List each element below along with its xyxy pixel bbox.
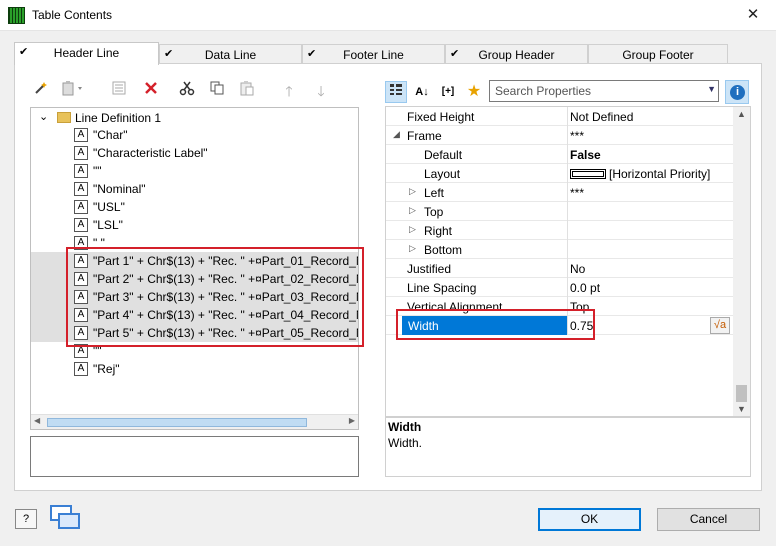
tree-toolbar: 🡑 🡓 [30, 80, 360, 102]
frame-layout-icon [570, 169, 606, 179]
favorites-icon[interactable]: ★ [463, 81, 485, 103]
info-icon: i [730, 85, 745, 100]
properties-vertical-scrollbar[interactable]: ▲ ▼ [733, 107, 750, 416]
help-icon: ? [22, 513, 30, 525]
property-frame-bottom[interactable]: ▷ Bottom [386, 240, 733, 259]
tree-root[interactable]: ⌄ Line Definition 1 [31, 109, 358, 127]
scrollbar-thumb[interactable] [736, 385, 747, 402]
property-line-spacing[interactable]: Line Spacing 0.0 pt [386, 278, 733, 297]
text-field-icon: A [74, 146, 88, 160]
property-description-panel: Width Width. [385, 417, 751, 477]
property-frame-layout[interactable]: Layout [Horizontal Priority] [386, 164, 733, 183]
text-field-icon: A [74, 164, 88, 178]
text-field-icon: A [74, 200, 88, 214]
tab-group-header[interactable]: ✔ Group Header [445, 44, 588, 64]
chevron-down-icon[interactable]: ⌄ [39, 110, 48, 123]
property-frame-default[interactable]: Default False [386, 145, 733, 164]
window-title: Table Contents [32, 8, 113, 22]
properties-icon[interactable] [108, 80, 130, 102]
categorized-icon[interactable] [385, 81, 407, 103]
tab-footer-line[interactable]: ✔ Footer Line [302, 44, 445, 64]
highlight-box-tree-selection [66, 247, 364, 347]
description-title: Width [388, 420, 422, 434]
tree-description-box [30, 436, 359, 477]
folder-icon [57, 112, 71, 123]
text-field-icon: A [74, 218, 88, 232]
text-field-icon: A [74, 362, 88, 376]
tree-item[interactable]: A "" [31, 162, 358, 180]
scroll-left-icon[interactable]: ◀ [34, 416, 40, 425]
close-button[interactable]: ✕ [730, 0, 776, 30]
tree-horizontal-scrollbar[interactable]: ◀ ▶ [31, 414, 358, 429]
expand-triangle-icon[interactable]: ▷ [409, 224, 416, 235]
tab-strip: ✔ Header Line ✔ Data Line ✔ Footer Line … [14, 42, 730, 65]
property-frame-top[interactable]: ▷ Top [386, 202, 733, 221]
tree-item[interactable]: A "Characteristic Label" [31, 144, 358, 162]
search-properties-input[interactable]: Search Properties ▼ [489, 80, 719, 102]
expand-icon[interactable]: [+] [437, 81, 459, 103]
paste-dropdown-icon[interactable] [58, 80, 88, 102]
highlight-box-width [396, 309, 595, 340]
paste-icon[interactable] [236, 80, 258, 102]
ok-button[interactable]: OK [538, 508, 641, 531]
collapse-triangle-icon[interactable]: ◢ [393, 129, 400, 140]
windows-button[interactable] [50, 503, 82, 531]
property-fixed-height[interactable]: Fixed Height Not Defined [386, 107, 733, 126]
info-button[interactable]: i [725, 80, 749, 104]
cancel-button[interactable]: Cancel [657, 508, 760, 531]
properties-toolbar: A↓ [+] ★ Search Properties ▼ i [385, 80, 751, 104]
scroll-right-icon[interactable]: ▶ [349, 416, 355, 425]
property-frame[interactable]: ◢ Frame *** [386, 126, 733, 145]
delete-icon[interactable] [140, 80, 162, 102]
tree-item[interactable]: A "Char" [31, 126, 358, 144]
move-down-icon[interactable]: 🡓 [310, 80, 332, 102]
sort-alpha-icon[interactable]: A↓ [411, 81, 433, 103]
text-field-icon: A [74, 128, 88, 142]
tree-item[interactable]: A "LSL" [31, 216, 358, 234]
chevron-down-icon[interactable]: ▼ [707, 84, 716, 94]
tab-group-footer[interactable]: Group Footer [588, 44, 728, 64]
move-up-icon[interactable]: 🡑 [278, 80, 300, 102]
description-text: Width. [388, 436, 423, 450]
expand-triangle-icon[interactable]: ▷ [409, 186, 416, 197]
expand-triangle-icon[interactable]: ▷ [409, 205, 416, 216]
help-button[interactable]: ? [15, 509, 37, 529]
expand-triangle-icon[interactable]: ▷ [409, 243, 416, 254]
property-justified[interactable]: Justified No [386, 259, 733, 278]
scroll-up-icon[interactable]: ▲ [737, 109, 746, 119]
tab-data-line[interactable]: ✔ Data Line [159, 44, 302, 64]
property-frame-left[interactable]: ▷ Left *** [386, 183, 733, 202]
wand-icon[interactable] [30, 80, 52, 102]
tree-item[interactable]: A "Nominal" [31, 180, 358, 198]
title-bar: Table Contents ✕ [0, 0, 776, 31]
copy-icon[interactable] [206, 80, 228, 102]
tab-header-line[interactable]: ✔ Header Line [14, 42, 159, 65]
property-grid[interactable]: Fixed Height Not Defined ◢ Frame *** Def… [385, 106, 751, 417]
window-icon [58, 513, 80, 529]
app-icon [8, 7, 25, 24]
property-frame-right[interactable]: ▷ Right [386, 221, 733, 240]
scrollbar-thumb[interactable] [47, 418, 307, 427]
tree-item[interactable]: A "Rej" [31, 360, 358, 378]
scroll-down-icon[interactable]: ▼ [737, 404, 746, 414]
formula-icon[interactable]: √a [710, 317, 730, 334]
cut-icon[interactable] [176, 80, 198, 102]
text-field-icon: A [74, 182, 88, 196]
tree-item[interactable]: A "USL" [31, 198, 358, 216]
